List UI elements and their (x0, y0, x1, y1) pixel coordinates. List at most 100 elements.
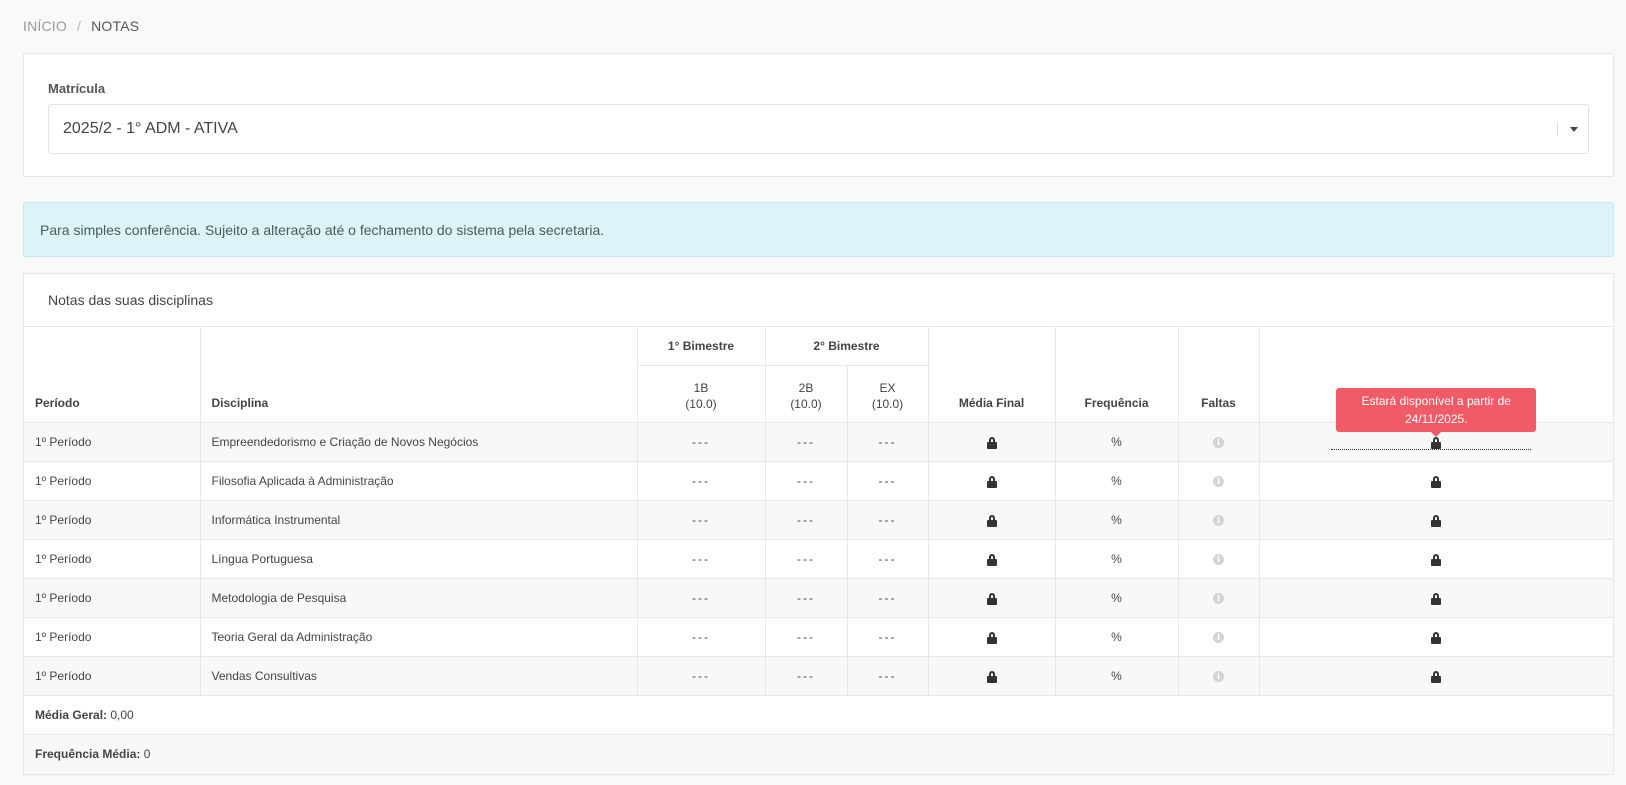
info-icon[interactable]: i (1213, 437, 1225, 449)
cell-disciplina: Teoria Geral da Administração (200, 617, 638, 657)
cell-frequencia: % (1055, 539, 1179, 579)
cell-media-final (928, 656, 1056, 696)
cell-ex: --- (847, 656, 929, 696)
select-divider (1557, 122, 1558, 136)
availability-tooltip: Estará disponível a partir de 24/11/2025… (1336, 388, 1537, 437)
media-geral: Média Geral: 0,00 (24, 695, 1614, 735)
breadcrumb-separator: / (76, 18, 82, 34)
lock-icon (986, 671, 997, 684)
notas-title: Notas das suas disciplinas (48, 292, 213, 308)
cell-frequencia: % (1055, 656, 1179, 696)
lock-icon (986, 554, 997, 567)
info-alert: Para simples conferência. Sujeito a alte… (23, 202, 1614, 257)
cell-ex: --- (847, 578, 929, 618)
info-icon[interactable]: i (1213, 554, 1225, 566)
cell-disciplina: Empreendedorismo e Criação de Novos Negó… (200, 422, 638, 462)
cell-1b: --- (637, 539, 766, 579)
cell-action: Estará disponível a partir de 24/11/2025… (1259, 388, 1614, 462)
breadcrumb-home-link[interactable]: INÍCIO (23, 18, 67, 34)
lock-icon (986, 632, 997, 645)
matricula-selected-value: 2025/2 - 1° ADM - ATIVA (63, 120, 238, 137)
header-frequencia: Frequência (1055, 326, 1179, 423)
cell-faltas: i (1178, 656, 1260, 696)
cell-disciplina: Língua Portuguesa (200, 539, 638, 579)
cell-faltas: i (1178, 578, 1260, 618)
cell-1b: --- (637, 500, 766, 540)
cell-periodo: 1º Período (24, 461, 201, 501)
caret-down-icon[interactable] (1570, 127, 1578, 132)
lock-icon[interactable] (1431, 515, 1442, 528)
cell-2b: --- (765, 422, 848, 462)
header-2b-label: 2B (798, 381, 814, 395)
lock-icon (986, 437, 997, 450)
lock-icon (986, 476, 997, 489)
header-bimestre-1: 1° Bimestre (637, 326, 766, 366)
table-row: 1º Período Metodologia de Pesquisa --- -… (24, 578, 1614, 618)
cell-faltas: i (1178, 617, 1260, 657)
matricula-label: Matrícula (48, 81, 106, 96)
info-icon[interactable]: i (1213, 515, 1225, 527)
lock-icon[interactable] (1431, 437, 1442, 450)
info-icon[interactable]: i (1213, 671, 1225, 683)
cell-2b: --- (765, 500, 848, 540)
cell-disciplina: Vendas Consultivas (200, 656, 638, 696)
cell-frequencia: % (1055, 578, 1179, 618)
cell-1b: --- (637, 578, 766, 618)
header-disciplina: Disciplina (200, 326, 638, 423)
lock-icon[interactable] (1431, 554, 1442, 567)
header-bimestre-2: 2° Bimestre (765, 326, 929, 366)
cell-periodo: 1º Período (24, 617, 201, 657)
info-icon[interactable]: i (1213, 632, 1225, 644)
cell-1b: --- (637, 422, 766, 462)
notas-card: Notas das suas disciplinas Período Disci… (23, 273, 1614, 775)
cell-disciplina: Metodologia de Pesquisa (200, 578, 638, 618)
cell-action (1259, 617, 1614, 657)
lock-icon[interactable] (1431, 632, 1442, 645)
summary-row-media-geral: Média Geral: 0,00 (24, 695, 1614, 735)
cell-ex: --- (847, 539, 929, 579)
cell-media-final (928, 578, 1056, 618)
info-icon[interactable]: i (1213, 476, 1225, 488)
cell-action (1259, 461, 1614, 501)
cell-2b: --- (765, 578, 848, 618)
cell-ex: --- (847, 461, 929, 501)
grades-table: Período Disciplina 1° Bimestre 2° Bimest… (24, 326, 1614, 774)
cell-periodo: 1º Período (24, 422, 201, 462)
alert-text: Para simples conferência. Sujeito a alte… (40, 222, 605, 238)
cell-2b: --- (765, 617, 848, 657)
info-icon[interactable]: i (1213, 593, 1225, 605)
cell-media-final (928, 422, 1056, 462)
table-row: 1º Período Filosofia Aplicada à Administ… (24, 461, 1614, 501)
breadcrumb-current: NOTAS (91, 18, 140, 34)
cell-1b: --- (637, 617, 766, 657)
header-2b-max: (10.0) (790, 397, 822, 411)
cell-media-final (928, 461, 1056, 501)
header-1b-label: 1B (693, 381, 709, 395)
table-row: 1º Período Teoria Geral da Administração… (24, 617, 1614, 657)
header-ex-label: EX (879, 381, 896, 395)
header-2b: 2B (10.0) (765, 365, 848, 423)
lock-icon[interactable] (1431, 476, 1442, 489)
matricula-select[interactable]: 2025/2 - 1° ADM - ATIVA (48, 104, 1589, 154)
cell-action (1259, 539, 1614, 579)
cell-media-final (928, 500, 1056, 540)
cell-disciplina: Informática Instrumental (200, 500, 638, 540)
lock-icon (986, 515, 997, 528)
frequencia-media-value: 0 (143, 747, 151, 762)
cell-ex: --- (847, 617, 929, 657)
table-row: 1º Período Informática Instrumental --- … (24, 500, 1614, 540)
cell-2b: --- (765, 461, 848, 501)
cell-action (1259, 656, 1614, 696)
cell-action (1259, 578, 1614, 618)
cell-frequencia: % (1055, 617, 1179, 657)
media-geral-value: 0,00 (110, 708, 134, 722)
cell-frequencia: % (1055, 461, 1179, 501)
lock-icon[interactable] (1431, 671, 1442, 684)
lock-icon[interactable] (1431, 593, 1442, 606)
frequencia-media-label: Frequência Média: (35, 747, 141, 762)
cell-faltas: i (1178, 422, 1260, 462)
cell-periodo: 1º Período (24, 539, 201, 579)
breadcrumb: INÍCIO / NOTAS (23, 18, 139, 34)
cell-ex: --- (847, 422, 929, 462)
cell-ex: --- (847, 500, 929, 540)
